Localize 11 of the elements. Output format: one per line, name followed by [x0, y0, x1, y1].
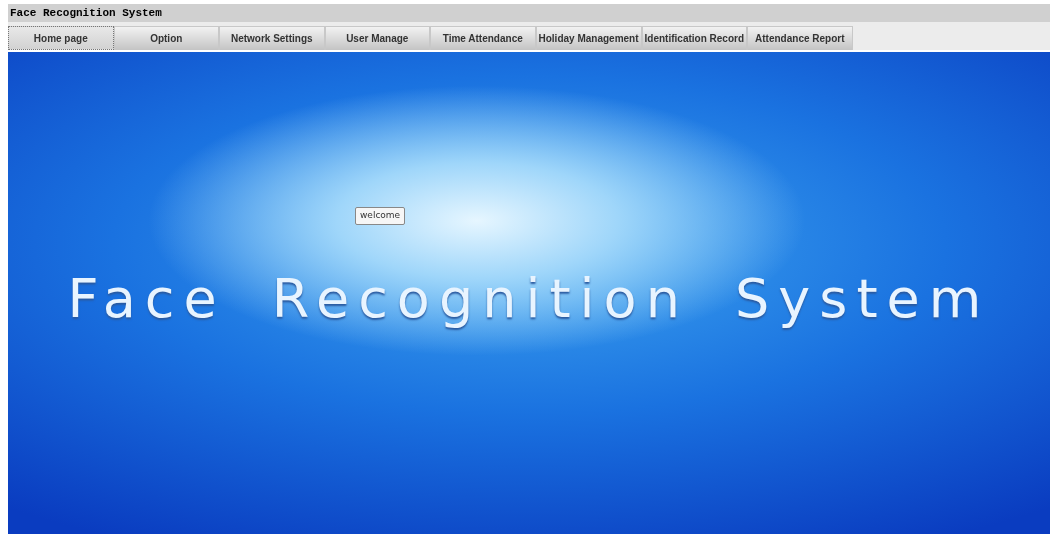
- banner-heading: Face Recognition System: [67, 265, 991, 332]
- nav-tab[interactable]: Attendance Report: [747, 26, 853, 50]
- nav-tab[interactable]: Identification Record: [641, 26, 748, 50]
- nav-tab[interactable]: Holiday Management: [535, 26, 642, 50]
- nav-tab[interactable]: User Manage: [324, 26, 430, 50]
- window-title: Face Recognition System: [8, 4, 1050, 22]
- nav-tab[interactable]: Network Settings: [219, 26, 325, 50]
- nav-tab[interactable]: Home page: [8, 26, 114, 50]
- nav-tab[interactable]: Option: [113, 26, 219, 50]
- welcome-tooltip: welcome: [355, 207, 406, 225]
- nav-tab[interactable]: Time Attendance: [430, 26, 536, 50]
